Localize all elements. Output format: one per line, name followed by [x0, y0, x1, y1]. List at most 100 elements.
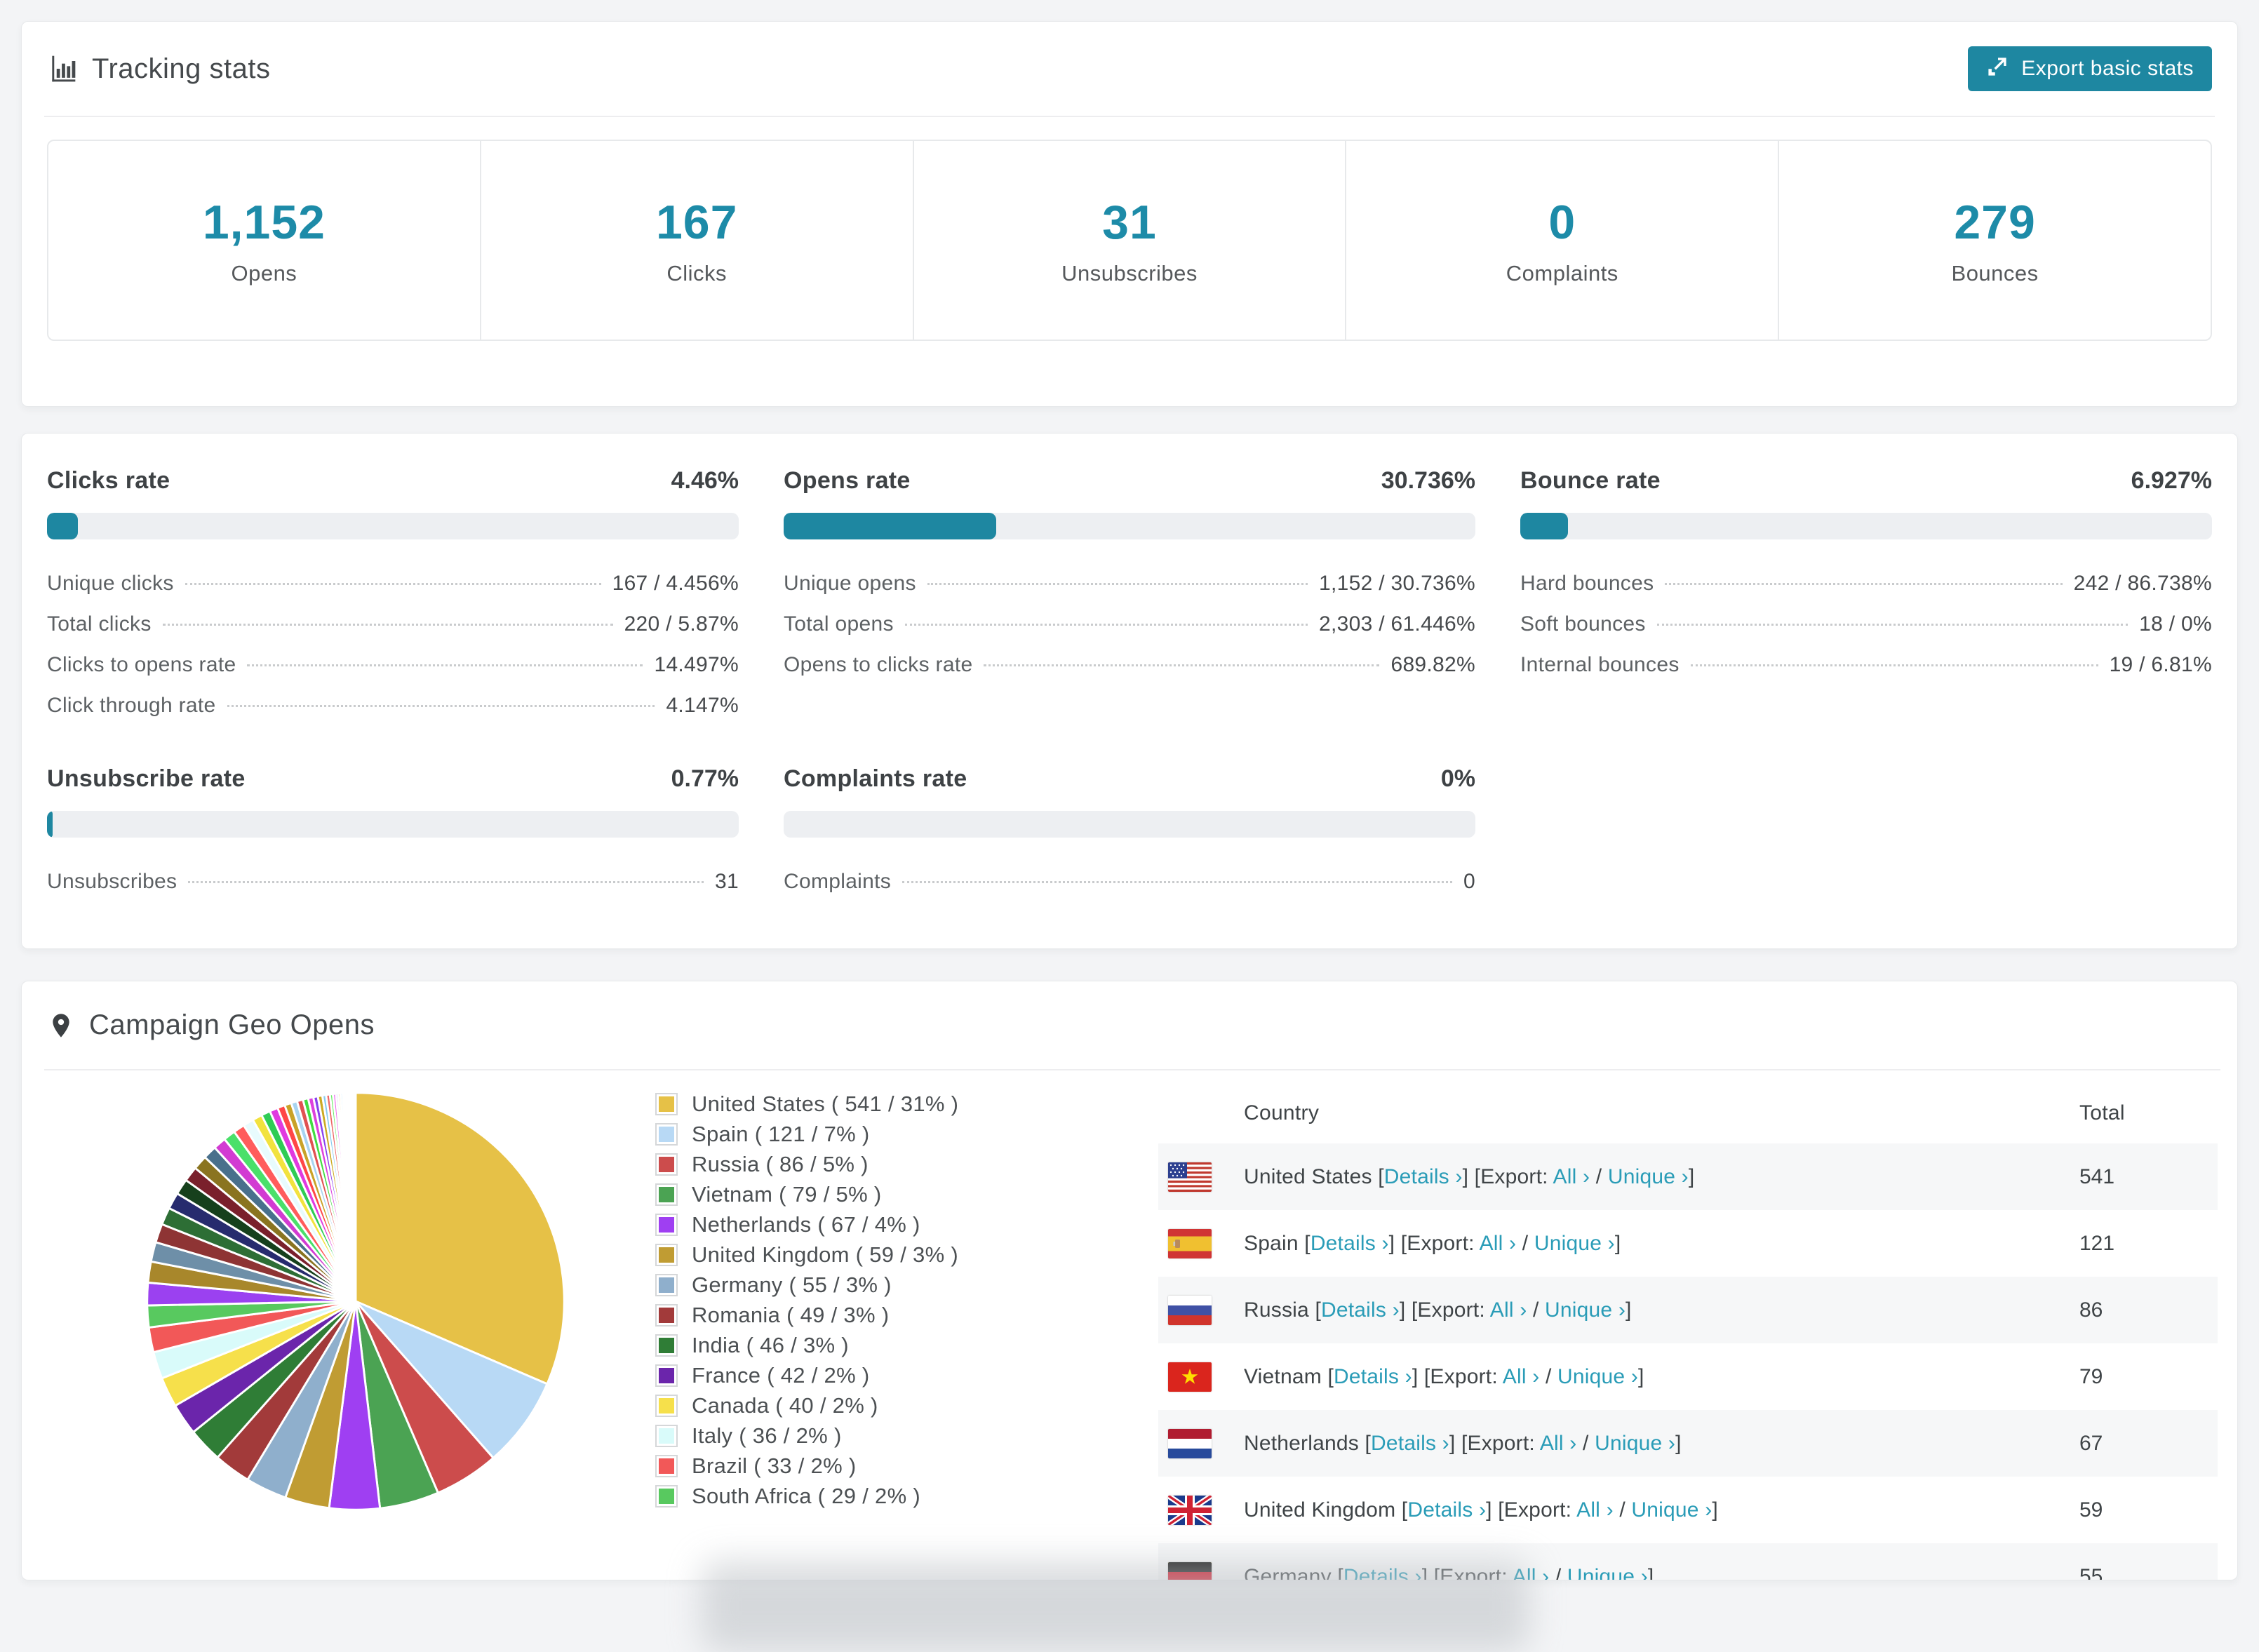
legend-item-united-kingdom: United Kingdom ( 59 / 3% ) [655, 1240, 958, 1270]
pie-slice-other-44[interactable] [354, 1092, 357, 1303]
page-title: Tracking stats [92, 53, 271, 84]
rate-detail-rows: Unique opens 1,152 / 30.736% Total opens 2,… [784, 572, 1475, 694]
export-unique-link-united-states[interactable]: Unique › [1608, 1165, 1689, 1188]
export-icon [1986, 54, 2010, 83]
export-unique-link-russia[interactable]: Unique › [1545, 1298, 1625, 1322]
details-link-germany[interactable]: Details › [1343, 1565, 1422, 1580]
legend-item-united-states: United States ( 541 / 31% ) [655, 1089, 958, 1119]
export-all-link-spain[interactable]: All › [1480, 1232, 1517, 1255]
legend-swatch [655, 1454, 678, 1477]
geo-opens-card: Campaign Geo Opens United States ( 541 /… [21, 981, 2238, 1580]
details-link-russia[interactable]: Details › [1321, 1298, 1400, 1322]
dotted-leader [1656, 624, 2129, 626]
stat-row-value: 14.497% [654, 653, 739, 676]
stat-row-label: Unsubscribes [47, 870, 177, 893]
country-name: United Kingdom [1244, 1498, 1396, 1522]
tracking-stats-card: Tracking stats Export basic stats 1,152 O… [21, 21, 2238, 407]
legend-label: Germany ( 55 / 3% ) [692, 1272, 892, 1297]
stat-value: 279 [1954, 195, 2036, 249]
stat-row-value: 242 / 86.738% [2073, 572, 2212, 595]
rate-title: Clicks rate [47, 467, 170, 494]
summary-stat-bounces: 279 Bounces [1778, 141, 2211, 340]
rate-title: Complaints rate [784, 765, 967, 792]
details-link-vietnam[interactable]: Details › [1334, 1365, 1412, 1388]
export-unique-link-germany[interactable]: Unique › [1567, 1565, 1648, 1580]
stat-row-label: Soft bounces [1520, 612, 1646, 636]
summary-stat-opens: 1,152 Opens [48, 141, 480, 340]
rate-header: Bounce rate 6.927% [1520, 467, 2212, 495]
country-cell: United States [Details ›] [Export: All ›… [1244, 1164, 1695, 1188]
table-row-united-states: United States [Details ›] [Export: All ›… [1158, 1143, 2218, 1210]
export-all-link-united-states[interactable]: All › [1553, 1165, 1590, 1188]
export-unique-link-united-kingdom[interactable]: Unique › [1631, 1498, 1712, 1522]
geo-pie-legend: United States ( 541 / 31% ) Spain ( 121 /… [655, 1089, 958, 1511]
legend-item-canada: Canada ( 40 / 2% ) [655, 1390, 957, 1421]
stat-row: Complaints 0 [784, 870, 1475, 911]
rate-block-clicks-rate: Clicks rate 4.46% Unique clicks 167 / 4.456… [47, 467, 739, 734]
dotted-leader [927, 583, 1308, 585]
stat-value: 167 [655, 195, 738, 249]
stat-row: Internal bounces 19 / 6.81% [1520, 653, 2212, 694]
stat-row-value: 1,152 / 30.736% [1318, 572, 1475, 595]
stat-row: Unique clicks 167 / 4.456% [47, 572, 739, 612]
rate-block-unsubscribe-rate: Unsubscribe rate 0.77% Unsubscribes 31 [47, 765, 739, 911]
details-link-united-states[interactable]: Details › [1384, 1165, 1463, 1188]
stat-row: Click through rate 4.147% [47, 694, 739, 734]
total-cell: 121 [2079, 1231, 2115, 1255]
country-name: Spain [1244, 1231, 1299, 1255]
rate-title: Unsubscribe rate [47, 765, 246, 792]
stat-row-value: 18 / 0% [2139, 612, 2212, 636]
country-cell: Germany [Details ›] [Export: All › / Uni… [1244, 1565, 2079, 1580]
table-row-vietnam: Vietnam [Details ›] [Export: All › / Uni… [1158, 1343, 2218, 1410]
rate-block-complaints-rate: Complaints rate 0% Complaints 0 [784, 765, 1475, 911]
rate-progress-track [1520, 513, 2212, 539]
export-unique-link-netherlands[interactable]: Unique › [1595, 1432, 1675, 1455]
stat-row-value: 220 / 5.87% [624, 612, 739, 636]
rate-progress-fill [47, 513, 78, 539]
geo-opens-header: Campaign Geo Opens [47, 981, 2218, 1069]
country-cell: United Kingdom [Details ›] [Export: All … [1244, 1498, 1718, 1522]
details-link-spain[interactable]: Details › [1311, 1232, 1389, 1255]
stat-label: Opens [231, 260, 297, 286]
export-all-link-netherlands[interactable]: All › [1540, 1432, 1577, 1455]
rate-detail-rows: Unique clicks 167 / 4.456% Total clicks 220… [47, 572, 739, 734]
legend-label: Italy ( 36 / 2% ) [692, 1423, 842, 1448]
header-divider [44, 116, 2215, 117]
legend-item-romania: Romania ( 49 / 3% ) [655, 1300, 957, 1330]
stat-row-value: 167 / 4.456% [612, 572, 739, 595]
export-all-link-russia[interactable]: All › [1490, 1298, 1527, 1322]
country-cell: Russia [Details ›] [Export: All › / Uniq… [1244, 1298, 1632, 1322]
legend-swatch [655, 1243, 678, 1266]
rates-card: Clicks rate 4.46% Unique clicks 167 / 4.456… [21, 433, 2238, 949]
table-row-germany: Germany [Details ›] [Export: All › / Uni… [1158, 1543, 2218, 1580]
legend-item-russia: Russia ( 86 / 5% ) [655, 1149, 957, 1179]
legend-label: Vietnam ( 79 / 5% ) [692, 1181, 882, 1207]
details-link-netherlands[interactable]: Details › [1371, 1432, 1449, 1455]
export-unique-link-vietnam[interactable]: Unique › [1557, 1365, 1638, 1388]
legend-swatch [655, 1364, 678, 1387]
legend-swatch [655, 1334, 678, 1357]
legend-swatch [655, 1303, 678, 1327]
legend-label: France ( 42 / 2% ) [692, 1362, 870, 1388]
stat-value: 1,152 [202, 195, 326, 249]
legend-item-netherlands: Netherlands ( 67 / 4% ) [655, 1209, 957, 1240]
export-button-label: Export basic stats [2021, 57, 2194, 80]
dashboard-page: Tracking stats Export basic stats 1,152 O… [0, 0, 2259, 1580]
stat-row-value: 0 [1463, 870, 1475, 893]
total-cell: 67 [2079, 1431, 2103, 1455]
country-name: Netherlands [1244, 1431, 1359, 1455]
export-unique-link-spain[interactable]: Unique › [1534, 1232, 1615, 1255]
export-all-link-united-kingdom[interactable]: All › [1576, 1498, 1614, 1522]
stat-row-label: Unique clicks [47, 572, 174, 595]
export-all-link-vietnam[interactable]: All › [1503, 1365, 1540, 1388]
export-basic-stats-button[interactable]: Export basic stats [1968, 46, 2212, 91]
rate-progress-track [47, 811, 739, 838]
table-row-netherlands: Netherlands [Details ›] [Export: All › /… [1158, 1410, 2218, 1477]
rate-header: Clicks rate 4.46% [47, 467, 739, 495]
stat-row: Total clicks 220 / 5.87% [47, 612, 739, 653]
legend-label: Brazil ( 33 / 2% ) [692, 1453, 857, 1478]
details-link-united-kingdom[interactable]: Details › [1407, 1498, 1486, 1522]
legend-swatch [655, 1122, 678, 1146]
legend-swatch [655, 1092, 678, 1115]
export-all-link-germany[interactable]: All › [1513, 1565, 1550, 1580]
